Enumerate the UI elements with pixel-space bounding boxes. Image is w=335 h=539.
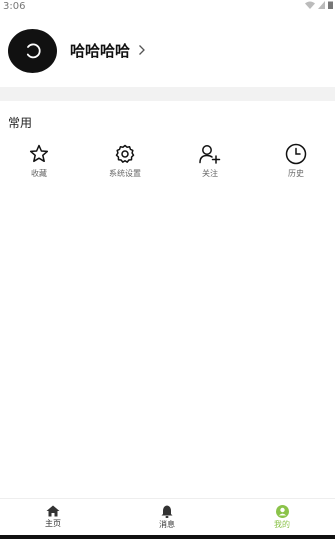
tab-messages[interactable]: 消息 — [127, 499, 207, 536]
system-icons — [305, 1, 333, 9]
section-divider — [0, 87, 335, 101]
user-circle-icon — [275, 505, 289, 518]
wifi-icon — [305, 1, 315, 9]
chevron-right-icon[interactable] — [138, 44, 146, 56]
tab-home[interactable]: 主页 — [13, 499, 93, 536]
shortcut-follow[interactable]: 关注 — [170, 143, 250, 183]
clock-icon — [285, 143, 307, 165]
system-nav-edge — [0, 535, 335, 539]
shortcut-grid: 收藏 系统设置 关注 历史 — [0, 143, 335, 183]
bell-icon — [161, 505, 173, 518]
gear-icon — [114, 143, 136, 165]
tab-label: 我的 — [274, 520, 290, 529]
star-icon — [28, 143, 50, 165]
tab-me[interactable]: 我的 — [242, 499, 322, 536]
username[interactable]: 哈哈哈哈 — [70, 42, 130, 60]
avatar[interactable] — [8, 29, 57, 73]
shortcut-settings[interactable]: 系统设置 — [85, 143, 165, 183]
add-user-icon — [199, 143, 221, 165]
tab-label: 主页 — [45, 519, 61, 528]
status-time: 3:06 — [3, 1, 26, 12]
shortcut-label: 系统设置 — [109, 169, 141, 178]
shortcut-favorites[interactable]: 收藏 — [0, 143, 79, 183]
bottom-tab-bar: 主页 消息 我的 — [0, 498, 335, 535]
battery-icon — [328, 1, 333, 9]
loading-spinner-icon — [26, 43, 41, 59]
shortcut-label: 收藏 — [31, 169, 47, 178]
shortcut-label: 关注 — [202, 169, 218, 178]
shortcut-history[interactable]: 历史 — [256, 143, 335, 183]
home-icon — [46, 505, 60, 517]
signal-icon — [318, 1, 325, 9]
section-title: 常用 — [8, 116, 33, 130]
status-bar: 3:06 — [0, 0, 335, 14]
tab-label: 消息 — [159, 520, 175, 529]
shortcut-label: 历史 — [288, 169, 304, 178]
profile-header[interactable]: 哈哈哈哈 — [0, 14, 335, 87]
